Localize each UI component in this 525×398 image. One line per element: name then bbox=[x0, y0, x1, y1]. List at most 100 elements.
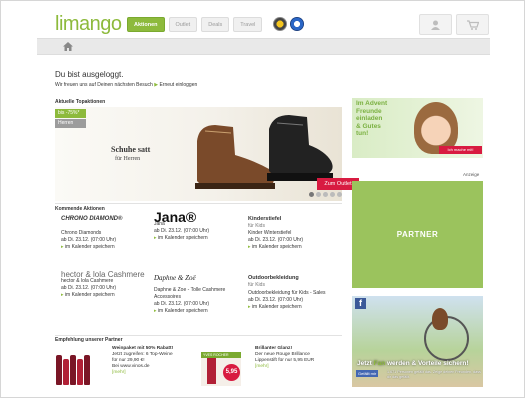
calendar-link[interactable]: im Kalender speichern bbox=[154, 235, 234, 242]
breadcrumb-bar bbox=[37, 38, 490, 55]
ad-line: Im Advent bbox=[356, 100, 388, 107]
top-actions-label: Aktuelle Topaktionen bbox=[55, 99, 106, 105]
page: limango Aktionen Outlet Deals Travel Du … bbox=[0, 0, 525, 398]
ad-text: Im Advent Freunde einladen & Gutes tun! bbox=[356, 100, 387, 138]
award-seal-icon[interactable] bbox=[290, 17, 304, 31]
carousel-dot[interactable] bbox=[330, 192, 335, 197]
carousel-dot[interactable] bbox=[309, 192, 314, 197]
ad-line: & Gutes bbox=[356, 122, 381, 130]
brand-logo: hector & lola Cashmere bbox=[61, 270, 145, 279]
divider bbox=[55, 203, 342, 204]
carousel-dots bbox=[309, 192, 342, 197]
brand-date: ab Di. 23.12. (07:00 Uhr) bbox=[154, 228, 210, 234]
brand-logo: Kinderstiefel bbox=[248, 216, 282, 222]
fb-headline-part: Jetzt bbox=[357, 360, 374, 367]
hero-headline: Schuhe satt bbox=[111, 145, 151, 154]
bottle-icon bbox=[77, 359, 83, 385]
carousel-dot[interactable] bbox=[323, 192, 328, 197]
upcoming-item-kinderstiefel[interactable]: Kinderstiefel für Kids Kinder Winterstie… bbox=[248, 216, 342, 251]
tab-outlet[interactable]: Outlet bbox=[168, 17, 198, 32]
account-button[interactable] bbox=[419, 14, 452, 35]
cart-button[interactable] bbox=[456, 14, 489, 35]
header: limango Aktionen Outlet Deals Travel bbox=[1, 1, 524, 58]
tab-deals[interactable]: Deals bbox=[201, 17, 230, 32]
limango-logo[interactable]: limango bbox=[55, 13, 122, 36]
more-link[interactable]: [mehr] bbox=[112, 370, 197, 376]
divider bbox=[55, 335, 342, 336]
wine-product-image[interactable] bbox=[56, 351, 96, 385]
calendar-link[interactable]: im Kalender speichern bbox=[154, 308, 242, 315]
brand-name: Outdoorbekleidung für Kids - Sales bbox=[248, 290, 326, 296]
carousel-dot[interactable] bbox=[337, 192, 342, 197]
calendar-link[interactable]: im Kalender speichern bbox=[248, 244, 342, 251]
brand-date: ab Di. 23.12. (07:00 Uhr) bbox=[248, 237, 304, 243]
fb-fan-word: Fan bbox=[373, 360, 386, 367]
tab-aktionen[interactable]: Aktionen bbox=[127, 17, 165, 32]
cart-icon bbox=[466, 19, 479, 30]
tab-travel[interactable]: Travel bbox=[233, 17, 263, 32]
trust-seal-icon[interactable] bbox=[273, 17, 287, 31]
brand-logo: CHRONO DIAMOND® bbox=[61, 216, 123, 222]
upcoming-item-daphne[interactable]: Daphne & Zoë Daphne & Zoe - Tolle Cashme… bbox=[154, 275, 242, 315]
more-link[interactable]: [mehr] bbox=[255, 364, 345, 370]
brand-logo: Jana® bbox=[154, 209, 197, 225]
fb-headline: Jetzt Fan werden & Vorteile sichern! bbox=[357, 360, 469, 367]
brand-name: hector & lola Cashmere bbox=[61, 278, 114, 284]
fb-like-count: 1.671 Personen gefällt das. Zeige deinen… bbox=[387, 370, 481, 379]
brand-date: ab Di. 23.12. (07:00 Uhr) bbox=[154, 301, 210, 307]
brand-logo: Daphne & Zoë bbox=[154, 274, 196, 282]
calendar-link[interactable]: im Kalender speichern bbox=[61, 292, 146, 299]
ad-label: Anzeige bbox=[463, 172, 480, 177]
brand-date: ab Di. 23.12. (07:00 Uhr) bbox=[248, 297, 304, 303]
upcoming-label: Kommende Aktionen bbox=[55, 206, 105, 212]
hero-banner[interactable]: bis -75%* Herren Schuhe satt für Herren bbox=[55, 107, 342, 201]
promo-lipstick[interactable]: Brillanter Glanz! Der neue Rouge Brillan… bbox=[255, 346, 345, 370]
brand-name: Kinder Winterstiefel bbox=[248, 230, 292, 236]
logout-subtitle: Wir freuen uns auf Deinen nächsten Besuc… bbox=[55, 82, 197, 88]
subtitle-text: Wir freuen uns auf Deinen nächsten Besuc… bbox=[55, 82, 153, 88]
upcoming-item-chrono[interactable]: CHRONO DIAMOND® Chrono Diamonds ab Di. 2… bbox=[61, 216, 141, 251]
partner-ad[interactable]: PARTNER bbox=[352, 181, 483, 288]
ad-cta-button[interactable]: Ich mache mit! bbox=[439, 146, 482, 154]
user-icon bbox=[431, 20, 440, 30]
price-badge: 5,95 bbox=[223, 364, 240, 381]
advent-ad-banner[interactable]: Im Advent Freunde einladen & Gutes tun! … bbox=[352, 98, 483, 158]
bottle-icon bbox=[63, 359, 69, 385]
category-tag: Herren bbox=[55, 119, 86, 128]
trust-badges bbox=[273, 17, 304, 31]
facebook-banner[interactable]: f Jetzt Fan werden & Vorteile sichern! G… bbox=[352, 296, 483, 387]
relogin-link[interactable]: Erneut einloggen bbox=[159, 82, 197, 88]
fb-like-button[interactable]: Gefällt mir bbox=[356, 370, 379, 377]
lipstick-product-image[interactable]: YVES ROCHER 5,95 bbox=[201, 352, 241, 386]
partner-recommendation-label: Empfehlung unserer Partner bbox=[55, 337, 123, 343]
bottle-icon bbox=[56, 355, 62, 385]
calendar-link[interactable]: im Kalender speichern bbox=[248, 304, 342, 311]
ad-line: tun! bbox=[356, 130, 369, 137]
main-nav: Aktionen Outlet Deals Travel bbox=[127, 17, 263, 32]
discount-tag: bis -75%* bbox=[55, 109, 86, 118]
fb-headline-part: werden & Vorteile sichern! bbox=[385, 360, 469, 367]
ad-line: einladen bbox=[356, 115, 383, 122]
bottle-icon bbox=[84, 355, 90, 385]
brand-logo-sub: für Kids bbox=[248, 223, 265, 229]
lipstick-icon bbox=[207, 358, 216, 384]
calendar-link[interactable]: im Kalender speichern bbox=[61, 244, 141, 251]
brand-name: Daphne & Zoe - Tolle Cashmere Accessoire… bbox=[154, 287, 226, 300]
brand-date: ab Di. 23.12. (07:00 Uhr) bbox=[61, 237, 117, 243]
upcoming-item-jana[interactable]: Jana® Jana ab Di. 23.12. (07:00 Uhr) im … bbox=[154, 209, 234, 242]
hero-subline: für Herren bbox=[115, 156, 141, 162]
bottle-icon bbox=[70, 355, 76, 385]
page-title: Du bist ausgeloggt. bbox=[55, 70, 124, 79]
brand-name: Chrono Diamonds bbox=[61, 230, 102, 236]
brand-logo-sub: für Kids bbox=[248, 282, 265, 288]
girl-photo bbox=[432, 308, 448, 330]
ad-line: Freunde bbox=[356, 107, 382, 115]
promo-wine[interactable]: Weinpaket mit 50% Rabatt! Jetzt zugreife… bbox=[112, 346, 197, 376]
upcoming-item-outdoor[interactable]: Outdoorbekleidung für Kids Outdoorbeklei… bbox=[248, 275, 342, 311]
brand-date: ab Di. 23.12. (07:00 Uhr) bbox=[61, 285, 117, 291]
upcoming-item-hector[interactable]: hector & lola Cashmere hector & lola Cas… bbox=[61, 271, 146, 299]
brand-logo: Outdoorbekleidung bbox=[248, 275, 299, 281]
boots-image bbox=[195, 115, 333, 189]
home-icon[interactable] bbox=[63, 42, 73, 51]
carousel-dot[interactable] bbox=[316, 192, 321, 197]
